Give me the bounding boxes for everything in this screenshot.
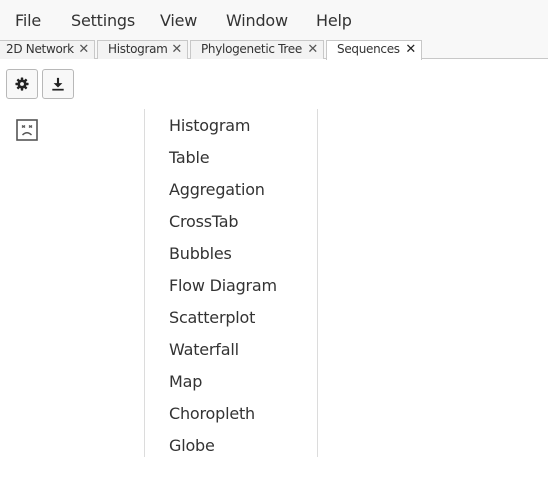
download-button[interactable] xyxy=(42,69,74,99)
menu-item-table[interactable]: Table xyxy=(169,148,210,167)
menu-item-globe[interactable]: Globe xyxy=(169,436,215,455)
menu-view[interactable]: View xyxy=(160,11,197,30)
menu-item-flow-diagram[interactable]: Flow Diagram xyxy=(169,276,277,295)
menu-file[interactable]: File xyxy=(15,11,41,30)
menu-item-map[interactable]: Map xyxy=(169,372,202,391)
close-icon[interactable]: ✕ xyxy=(78,41,89,58)
tab-histogram[interactable]: Histogram ✕ xyxy=(97,40,188,59)
tab-label: Sequences xyxy=(337,42,400,56)
menu-item-choropleth[interactable]: Choropleth xyxy=(169,404,255,423)
close-icon[interactable]: ✕ xyxy=(171,41,182,58)
tab-phylogenetic-tree[interactable]: Phylogenetic Tree ✕ xyxy=(190,40,324,59)
gear-icon xyxy=(15,77,29,91)
tab-bar: 2D Network ✕ Histogram ✕ Phylogenetic Tr… xyxy=(0,40,548,60)
menu-item-aggregation[interactable]: Aggregation xyxy=(169,180,265,199)
close-icon[interactable]: ✕ xyxy=(405,41,416,58)
menu-item-crosstab[interactable]: CrossTab xyxy=(169,212,239,231)
menu-item-scatterplot[interactable]: Scatterplot xyxy=(169,308,255,327)
tab-label: 2D Network xyxy=(6,42,74,56)
close-icon[interactable]: ✕ xyxy=(307,41,318,58)
menu-settings[interactable]: Settings xyxy=(71,11,135,30)
settings-button[interactable] xyxy=(6,69,38,99)
tab-sequences[interactable]: Sequences ✕ xyxy=(326,40,422,60)
menu-window[interactable]: Window xyxy=(226,11,288,30)
menu-help[interactable]: Help xyxy=(316,11,352,30)
download-icon xyxy=(52,77,64,91)
visualization-menu: Histogram Table Aggregation CrossTab Bub… xyxy=(144,109,318,457)
menubar: File Settings View Window Help xyxy=(0,0,548,40)
menu-item-histogram[interactable]: Histogram xyxy=(169,116,250,135)
tab-label: Phylogenetic Tree xyxy=(201,42,302,56)
sad-face-icon xyxy=(16,119,38,141)
menu-item-bubbles[interactable]: Bubbles xyxy=(169,244,232,263)
tab-label: Histogram xyxy=(108,42,168,56)
menu-item-waterfall[interactable]: Waterfall xyxy=(169,340,239,359)
tab-2d-network[interactable]: 2D Network ✕ xyxy=(0,40,95,59)
